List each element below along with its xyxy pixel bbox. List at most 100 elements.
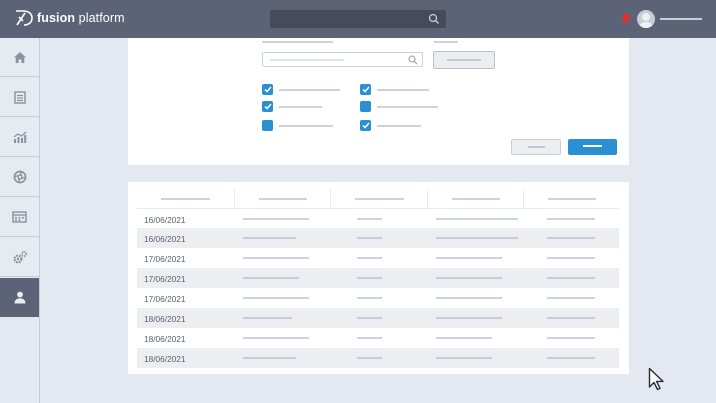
table-row[interactable]: 18/06/2021 — [137, 348, 619, 368]
filter-search-input[interactable] — [262, 52, 423, 67]
checkbox-3[interactable] — [262, 120, 273, 131]
column-header-label — [161, 198, 210, 200]
cell-value-placeholder — [547, 337, 595, 339]
cancel-button[interactable] — [511, 139, 561, 155]
table-cell — [330, 268, 427, 288]
sidebar-item-calendar[interactable] — [0, 198, 39, 237]
cell-value-placeholder — [243, 297, 309, 299]
column-header[interactable] — [522, 190, 619, 209]
sidebar-item-users[interactable] — [0, 278, 39, 317]
table-cell: 16/06/2021 — [137, 208, 234, 228]
cell-value-placeholder — [357, 217, 382, 220]
sidebar-item-documents[interactable] — [0, 78, 39, 117]
cell-value-placeholder — [547, 277, 595, 279]
table-cell — [523, 288, 619, 308]
fusion-logo-icon — [16, 10, 33, 26]
cell-value-placeholder — [436, 297, 502, 299]
checkbox-3-label — [279, 125, 333, 127]
sidebar-item-aperture[interactable] — [0, 158, 39, 197]
table-cell — [427, 228, 523, 248]
avatar[interactable] — [637, 10, 655, 28]
results-table: 16/06/2021 16/06/2021 17/06/2021 17/06/2… — [137, 190, 619, 368]
apply-button[interactable] — [568, 139, 617, 155]
column-header[interactable] — [426, 190, 524, 209]
user-icon — [14, 291, 25, 304]
column-header[interactable] — [233, 190, 331, 209]
table-row[interactable]: 17/06/2021 — [137, 268, 619, 288]
checkbox-4-label — [377, 89, 429, 91]
table-cell — [427, 348, 523, 368]
global-search-input[interactable] — [270, 10, 446, 28]
cell-value-placeholder — [243, 357, 296, 359]
row-date: 17/06/2021 — [144, 254, 186, 264]
cell-value-placeholder — [436, 337, 492, 339]
avatar-head-shape — [642, 13, 650, 21]
chart-icon — [13, 131, 26, 143]
table-cell — [330, 308, 427, 328]
cell-value-placeholder — [436, 217, 518, 220]
table-cell: 17/06/2021 — [137, 268, 234, 288]
cell-value-placeholder — [436, 257, 502, 259]
cell-value-placeholder — [243, 277, 299, 279]
table-cell — [427, 268, 523, 288]
cell-value-placeholder — [357, 237, 382, 239]
sidebar-item-analytics[interactable] — [0, 118, 39, 157]
table-cell — [234, 268, 330, 288]
row-date: 17/06/2021 — [144, 274, 186, 284]
apply-button-label — [583, 145, 602, 147]
table-row[interactable]: 16/06/2021 — [137, 228, 619, 248]
checkbox-5[interactable] — [360, 101, 371, 112]
row-date: 18/06/2021 — [144, 334, 186, 344]
table-cell — [234, 248, 330, 268]
table-cell: 18/06/2021 — [137, 348, 234, 368]
select-button[interactable] — [433, 51, 495, 69]
column-header-label — [258, 198, 307, 200]
checkbox-2[interactable] — [262, 101, 273, 112]
table-cell — [330, 288, 427, 308]
column-header[interactable] — [137, 190, 235, 209]
user-name-placeholder[interactable] — [660, 18, 702, 20]
table-cell — [427, 208, 523, 228]
table-cell — [427, 308, 523, 328]
settings-icon — [12, 250, 27, 264]
checkbox-6[interactable] — [360, 120, 371, 131]
logo[interactable]: fusion platform — [14, 9, 125, 27]
column-header-label — [451, 198, 500, 200]
filter-panel — [128, 38, 629, 165]
cell-value-placeholder — [547, 217, 595, 220]
table-cell — [330, 248, 427, 268]
table-cell — [234, 228, 330, 248]
cell-value-placeholder — [243, 217, 309, 220]
checkbox-1[interactable] — [262, 84, 273, 95]
cell-value-placeholder — [357, 337, 382, 339]
table-cell: 17/06/2021 — [137, 288, 234, 308]
column-header[interactable] — [329, 190, 428, 209]
row-date: 18/06/2021 — [144, 314, 186, 324]
mouse-pointer-icon — [648, 367, 664, 391]
home-icon — [13, 51, 26, 63]
checkbox-5-label — [377, 106, 438, 108]
sidebar-item-settings[interactable] — [0, 238, 39, 277]
table-row[interactable]: 17/06/2021 — [137, 248, 619, 268]
table-cell: 18/06/2021 — [137, 328, 234, 348]
table-cell: 16/06/2021 — [137, 228, 234, 248]
search-icon[interactable] — [428, 13, 440, 25]
table-row[interactable]: 18/06/2021 — [137, 328, 619, 348]
sidebar-item-home[interactable] — [0, 38, 39, 77]
checkbox-4[interactable] — [360, 84, 371, 95]
cell-value-placeholder — [357, 317, 382, 319]
cell-value-placeholder — [243, 257, 309, 259]
row-date: 18/06/2021 — [144, 354, 186, 364]
table-row[interactable]: 18/06/2021 — [137, 308, 619, 328]
cancel-button-label — [528, 146, 545, 148]
search-icon[interactable] — [408, 55, 418, 65]
cell-value-placeholder — [547, 357, 595, 359]
table-row[interactable]: 16/06/2021 — [137, 208, 619, 228]
row-date: 16/06/2021 — [144, 234, 186, 244]
table-cell — [330, 348, 427, 368]
table-row[interactable]: 17/06/2021 — [137, 288, 619, 308]
bell-icon[interactable] — [621, 12, 631, 24]
calendar-icon — [12, 211, 27, 223]
row-date: 17/06/2021 — [144, 294, 186, 304]
table-cell — [523, 328, 619, 348]
